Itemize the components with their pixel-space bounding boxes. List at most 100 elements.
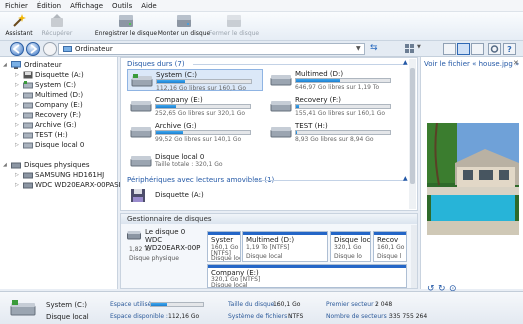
partition-company[interactable]: Company (E:) 320,1 Go [NTFS] Disque loca… bbox=[207, 264, 407, 288]
recover-button[interactable]: Récupérer bbox=[38, 13, 76, 37]
recover-icon bbox=[51, 14, 63, 27]
partition-recovery[interactable]: Recov 160,1 Go Disque l bbox=[373, 231, 407, 262]
hard-disk-icon bbox=[23, 172, 33, 179]
hard-drive-icon bbox=[23, 92, 33, 99]
usage-bar-fill bbox=[156, 131, 184, 134]
partition-multimed[interactable]: Multimed (D:) 1,19 To [NTFS] Disque loca… bbox=[242, 231, 328, 262]
layout-button-1[interactable] bbox=[443, 43, 456, 55]
hard-drive-icon bbox=[23, 142, 33, 149]
collapse-section-icon[interactable]: ▲ bbox=[403, 175, 408, 182]
menu-edit[interactable]: Édition bbox=[32, 0, 65, 11]
usage-bar-fill bbox=[296, 79, 341, 82]
usage-bar-fill bbox=[157, 80, 186, 83]
floppy-icon bbox=[131, 189, 145, 202]
assistant-button[interactable]: Assistant bbox=[4, 13, 34, 37]
close-disk-button[interactable]: Fermer le disque bbox=[208, 13, 260, 37]
address-value: Ordinateur bbox=[75, 45, 113, 53]
hard-disk-icon bbox=[23, 182, 33, 189]
gear-icon bbox=[490, 45, 499, 53]
windows-drive-icon bbox=[131, 74, 153, 87]
windows-drive-icon bbox=[23, 81, 33, 89]
hard-drive-icon bbox=[130, 101, 152, 112]
usage-bar bbox=[295, 104, 391, 109]
hard-disk-icon bbox=[127, 231, 141, 240]
hard-drive-icon bbox=[130, 156, 152, 167]
arrow-left-icon bbox=[12, 44, 20, 54]
computer-icon bbox=[63, 46, 72, 52]
status-drive-type: Disque local bbox=[46, 313, 89, 321]
disk-0-info[interactable]: Le disque 0 WDC WD20EARX-00P 1,82 To Dis… bbox=[125, 228, 205, 268]
menu-view[interactable]: Affichage bbox=[65, 0, 107, 11]
refresh-icon[interactable]: ⇆ bbox=[370, 43, 378, 53]
computer-icon bbox=[11, 61, 21, 69]
menu-bar: Fichier Édition Affichage Outils Aide bbox=[0, 0, 523, 12]
drive-tile-test[interactable]: TEST (H:) 8,93 Go libres sur 8,94 Go bbox=[267, 121, 403, 143]
collapse-arrow-icon[interactable]: ◢ bbox=[3, 160, 9, 170]
up-button[interactable] bbox=[43, 42, 57, 56]
status-bar: System (C:) Disque local Espace utilisé … bbox=[0, 291, 523, 324]
status-usage-bar-fill bbox=[151, 303, 167, 306]
menu-file[interactable]: Fichier bbox=[0, 0, 32, 11]
close-icon[interactable]: ✕ bbox=[513, 59, 519, 67]
layout-button-2[interactable] bbox=[457, 43, 470, 55]
usage-bar bbox=[156, 79, 252, 84]
menu-help[interactable]: Aide bbox=[136, 0, 160, 11]
arrow-right-icon bbox=[30, 44, 38, 54]
view-options-dropdown-icon[interactable]: ▼ bbox=[417, 44, 421, 50]
drive-tile-archive[interactable]: Archive (G:) 99,52 Go libres sur 140,1 G… bbox=[127, 121, 263, 143]
disk-manager: Gestionnaire de disques Le disque 0 WDC … bbox=[120, 213, 418, 289]
usage-bar-fill bbox=[296, 105, 299, 108]
address-dropdown-icon[interactable]: ▼ bbox=[356, 45, 361, 52]
house-photo bbox=[427, 123, 519, 235]
usage-bar bbox=[295, 130, 391, 135]
usage-bar-fill bbox=[156, 105, 176, 108]
address-bar[interactable]: Ordinateur ▼ bbox=[58, 43, 365, 55]
mount-disk-button[interactable]: Monter un disque bbox=[156, 13, 212, 37]
hard-drive-icon bbox=[23, 112, 33, 119]
disk-manager-scrollbar[interactable] bbox=[411, 225, 417, 288]
drive-tile-local-disk-0[interactable]: Disque local 0 Taille totale : 320,1 Go bbox=[127, 150, 263, 172]
usage-bar-fill bbox=[296, 131, 297, 134]
help-button[interactable]: ? bbox=[503, 43, 516, 55]
drive-tile-recovery[interactable]: Recovery (F:) 155,41 Go libres sur 160,1… bbox=[267, 95, 403, 117]
hard-drive-icon bbox=[130, 127, 152, 138]
folder-tree: ◢ Ordinateur ▷ Disquette (A:) ▷ System (… bbox=[0, 57, 128, 289]
menu-tools[interactable]: Outils bbox=[107, 0, 136, 11]
usage-bar bbox=[295, 78, 391, 83]
close-disk-icon bbox=[227, 15, 241, 27]
hard-drive-icon bbox=[23, 122, 33, 129]
view-options-icon[interactable] bbox=[405, 44, 415, 53]
collapse-section-icon[interactable]: ▲ bbox=[403, 59, 408, 66]
drive-tile-company[interactable]: Company (E:) 252,65 Go libres sur 320,1 … bbox=[127, 95, 263, 117]
collapse-arrow-icon[interactable]: ◢ bbox=[3, 60, 9, 70]
section-hard-disks[interactable]: Disques durs (7) bbox=[127, 60, 185, 68]
floppy-icon bbox=[23, 71, 33, 79]
preview-pane: Voir le fichier « house.jpg » ✕ ↺ ↻ ⊙ bbox=[420, 57, 523, 294]
tree-item-computer[interactable]: ◢ Ordinateur bbox=[0, 60, 118, 70]
drive-view: Disques durs (7) ▲ System (C:) 112,16 Go… bbox=[120, 57, 418, 211]
status-usage-bar bbox=[150, 302, 204, 307]
windows-drive-icon bbox=[10, 300, 36, 316]
disk-manager-header: Gestionnaire de disques bbox=[121, 214, 417, 224]
hard-drive-icon bbox=[270, 127, 292, 138]
drive-tile-multimed[interactable]: Multimed (D:) 646,97 Go libres sur 1,19 … bbox=[267, 69, 403, 91]
hard-drive-icon bbox=[270, 75, 292, 86]
usage-bar bbox=[155, 130, 251, 135]
scrollbar-thumb[interactable] bbox=[410, 68, 415, 184]
preview-title: Voir le fichier « house.jpg » bbox=[424, 60, 520, 68]
partition-local-disk[interactable]: Disque loc 320,1 Go Disque lo bbox=[330, 231, 371, 262]
hard-drive-icon bbox=[23, 132, 33, 139]
toolbar: Assistant Récupérer Enregistrer le disqu… bbox=[0, 12, 523, 41]
layout-button-3[interactable] bbox=[471, 43, 484, 55]
settings-button[interactable] bbox=[488, 43, 501, 55]
drive-view-scrollbar[interactable] bbox=[409, 59, 416, 209]
drive-tile-system[interactable]: System (C:) 112,16 Go libres sur 160,1 G… bbox=[127, 69, 263, 92]
back-button[interactable] bbox=[10, 42, 24, 56]
physical-disks-icon bbox=[11, 162, 21, 169]
partition-system[interactable]: Syster 160,1 Go [NTFS] Disque loc bbox=[207, 231, 241, 262]
save-disk-button[interactable]: Enregistrer le disque bbox=[90, 13, 162, 37]
hard-drive-icon bbox=[23, 102, 33, 109]
drive-tile-floppy[interactable]: Disquette (A:) bbox=[127, 186, 263, 206]
forward-button[interactable] bbox=[26, 42, 40, 56]
mount-disk-icon bbox=[177, 15, 191, 27]
